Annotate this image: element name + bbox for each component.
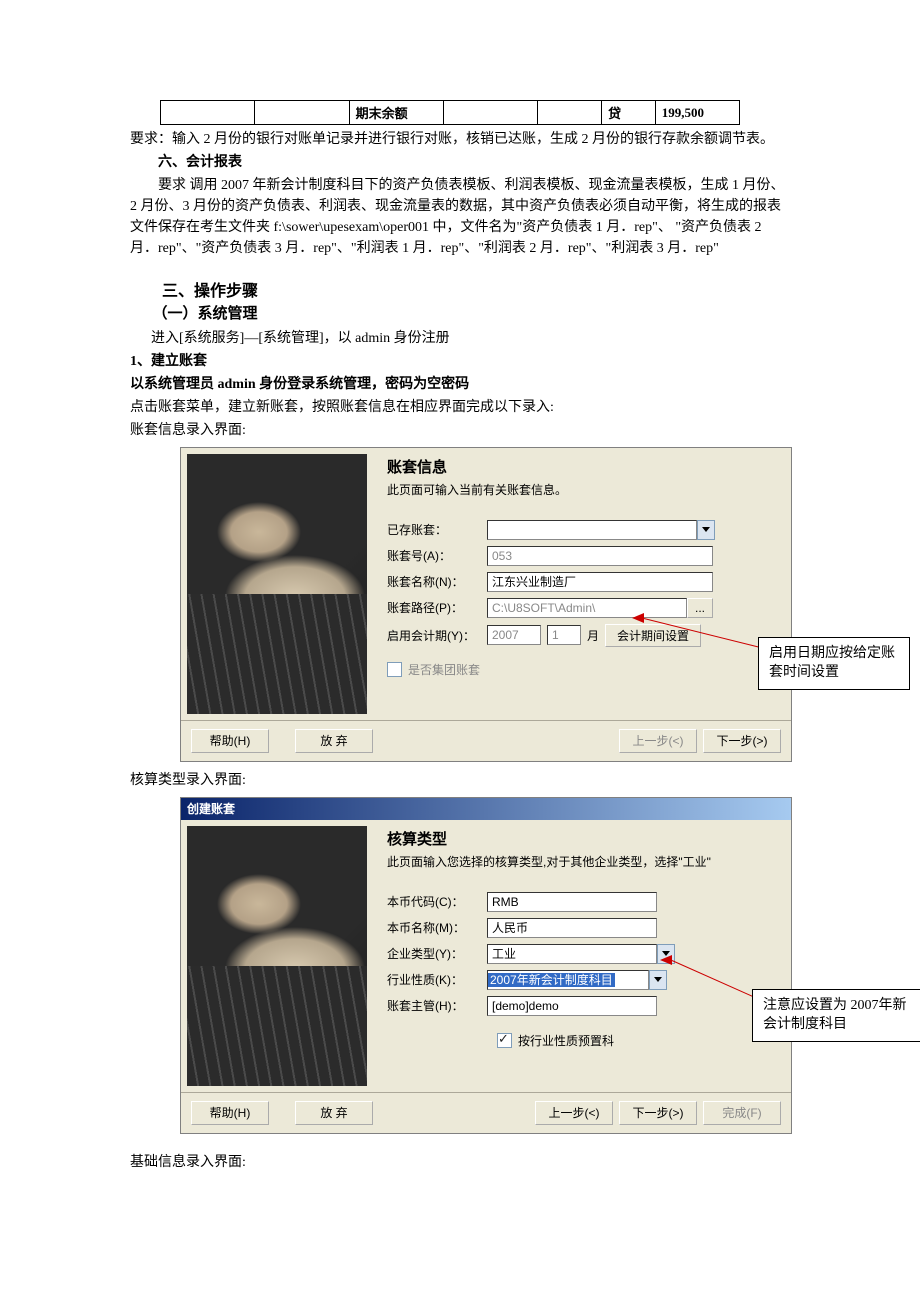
existing-account-select[interactable] [487, 520, 697, 540]
balance-table: 期末余额 贷 199,500 [160, 100, 740, 125]
cancel-button[interactable]: 放 弃 [295, 1101, 373, 1125]
dialog1-title: 账套信息 [387, 456, 777, 477]
col-amount: 199,500 [655, 101, 739, 125]
heading-3: 三、操作步骤 [130, 277, 790, 301]
dialog1-desc: 此页面可输入当前有关账套信息。 [387, 481, 777, 498]
dropdown-icon[interactable] [649, 970, 667, 990]
start-month-input[interactable] [547, 625, 581, 645]
label-account-name: 账套名称(N)： [387, 573, 487, 590]
subheading-1: （一）系统管理 [130, 303, 790, 326]
month-suffix: 月 [587, 627, 599, 644]
preset-by-industry-checkbox[interactable] [497, 1033, 512, 1048]
label-account-admin: 账套主管(H)： [387, 997, 487, 1014]
label-preset-by-industry: 按行业性质预置科 [518, 1032, 614, 1049]
dialog2-title: 核算类型 [387, 828, 777, 849]
start-year-input[interactable] [487, 625, 541, 645]
currency-name-input[interactable] [487, 918, 657, 938]
help-button[interactable]: 帮助(H) [191, 729, 269, 753]
account-path-input[interactable] [487, 598, 687, 618]
col-period-end: 期末余额 [349, 101, 443, 125]
label-group-account: 是否集团账套 [408, 661, 480, 678]
next-button[interactable]: 下一步(>) [619, 1101, 697, 1125]
cancel-button[interactable]: 放 弃 [295, 729, 373, 753]
step-register: 进入[系统服务]—[系统管理]，以 admin 身份注册 [130, 328, 790, 349]
callout-arrow [660, 955, 672, 965]
caption-dialog2: 核算类型录入界面: [130, 770, 790, 791]
dropdown-icon[interactable] [697, 520, 715, 540]
heading-6: 六、会计报表 [130, 152, 790, 173]
caption-dialog3: 基础信息录入界面: [130, 1152, 790, 1173]
finish-button[interactable]: 完成(F) [703, 1101, 781, 1125]
dialog2-desc: 此页面输入您选择的核算类型,对于其他企业类型，选择"工业" [387, 853, 777, 870]
prev-button[interactable]: 上一步(<) [535, 1101, 613, 1125]
label-existing-account: 已存账套： [387, 521, 487, 538]
dialog2-titlebar: 创建账套 [181, 798, 791, 820]
industry-select[interactable]: 2007年新会计制度科目 [487, 970, 649, 990]
account-name-input[interactable] [487, 572, 713, 592]
account-admin-input[interactable] [487, 996, 657, 1016]
group-account-checkbox[interactable] [387, 662, 402, 677]
label-account-no: 账套号(A)： [387, 547, 487, 564]
account-no-input[interactable] [487, 546, 713, 566]
help-button[interactable]: 帮助(H) [191, 1101, 269, 1125]
label-start-period: 启用会计期(Y)： [387, 627, 487, 644]
period-settings-button[interactable]: 会计期间设置 [605, 624, 701, 647]
step-1-login: 以系统管理员 admin 身份登录系统管理，密码为空密码 [130, 374, 790, 395]
calc-type-dialog: 创建账套 核算类型 此页面输入您选择的核算类型,对于其他企业类型，选择"工业" … [180, 797, 792, 1134]
caption-dialog1: 账套信息录入界面: [130, 420, 790, 441]
label-currency-code: 本币代码(C)： [387, 893, 487, 910]
prev-button[interactable]: 上一步(<) [619, 729, 697, 753]
next-button[interactable]: 下一步(>) [703, 729, 781, 753]
requirement-1: 要求：输入 2 月份的银行对账单记录并进行银行对账，核销已达账，生成 2 月份的… [130, 129, 790, 150]
step-1-desc: 点击账套菜单，建立新账套，按照账套信息在相应界面完成以下录入: [130, 397, 790, 418]
label-account-path: 账套路径(P)： [387, 599, 487, 616]
col-credit: 贷 [602, 101, 656, 125]
step-1-title: 1、建立账套 [130, 351, 790, 372]
account-info-dialog: 账套信息 此页面可输入当前有关账套信息。 已存账套： 账套号(A)： [180, 447, 792, 762]
label-industry: 行业性质(K)： [387, 971, 487, 988]
wizard-image [187, 454, 367, 714]
browse-path-button[interactable]: ... [687, 598, 713, 618]
wizard-image [187, 826, 367, 1086]
callout-start-date: 启用日期应按给定账套时间设置 [758, 637, 910, 690]
callout-arrow [632, 613, 644, 623]
currency-code-input[interactable] [487, 892, 657, 912]
callout-industry: 注意应设置为 2007年新会计制度科目 [752, 989, 920, 1042]
label-currency-name: 本币名称(M)： [387, 919, 487, 936]
requirement-2: 要求 调用 2007 年新会计制度科目下的资产负债表模板、利润表模板、现金流量表… [130, 175, 790, 259]
enterprise-type-select[interactable] [487, 944, 657, 964]
label-enterprise-type: 企业类型(Y)： [387, 945, 487, 962]
